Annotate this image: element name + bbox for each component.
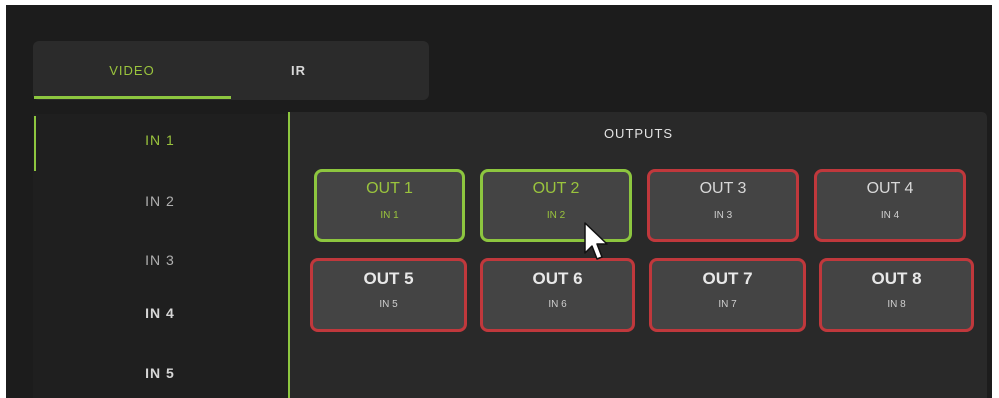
selected-input-indicator (34, 116, 36, 171)
output-routed-input: IN 5 (379, 299, 398, 310)
output-button-3[interactable]: OUT 3 IN 3 (647, 169, 799, 242)
output-name: OUT 5 (363, 269, 414, 288)
input-item-3[interactable]: IN 3 (60, 252, 260, 268)
outputs-title: OUTPUTS (603, 126, 674, 141)
output-button-5[interactable]: OUT 5 IN 5 (310, 258, 467, 332)
output-button-4[interactable]: OUT 4 IN 4 (814, 169, 966, 242)
output-name: OUT 7 (702, 269, 753, 288)
output-routed-input: IN 6 (548, 299, 567, 310)
tab-video[interactable]: VIDEO (33, 41, 231, 100)
output-name: OUT 3 (699, 180, 747, 197)
output-routed-input: IN 3 (713, 210, 733, 221)
output-name: OUT 2 (532, 180, 580, 197)
output-button-8[interactable]: OUT 8 IN 8 (819, 258, 974, 332)
input-item-2[interactable]: IN 2 (60, 193, 260, 209)
output-routed-input: IN 7 (718, 299, 737, 310)
tab-ir[interactable]: IR (231, 41, 429, 100)
output-button-1[interactable]: OUT 1 IN 1 (314, 169, 465, 242)
output-button-2[interactable]: OUT 2 IN 2 (480, 169, 632, 242)
outputs-panel (290, 112, 987, 398)
output-button-7[interactable]: OUT 7 IN 7 (649, 258, 806, 332)
output-routed-input: IN 2 (546, 210, 566, 221)
input-item-5[interactable]: IN 5 (60, 365, 260, 381)
active-tab-indicator (34, 96, 231, 99)
tab-bar: VIDEO IR (33, 41, 429, 100)
output-routed-input: IN 4 (880, 210, 900, 221)
output-name: OUT 4 (866, 180, 914, 197)
input-item-1[interactable]: IN 1 (60, 132, 260, 148)
output-button-6[interactable]: OUT 6 IN 6 (480, 258, 635, 332)
output-name: OUT 6 (532, 269, 583, 288)
output-routed-input: IN 8 (887, 299, 906, 310)
output-name: OUT 8 (871, 269, 922, 288)
mouse-pointer-icon (584, 222, 608, 260)
output-name: OUT 1 (366, 180, 413, 197)
input-item-4[interactable]: IN 4 (60, 305, 260, 321)
output-routed-input: IN 1 (380, 210, 399, 221)
